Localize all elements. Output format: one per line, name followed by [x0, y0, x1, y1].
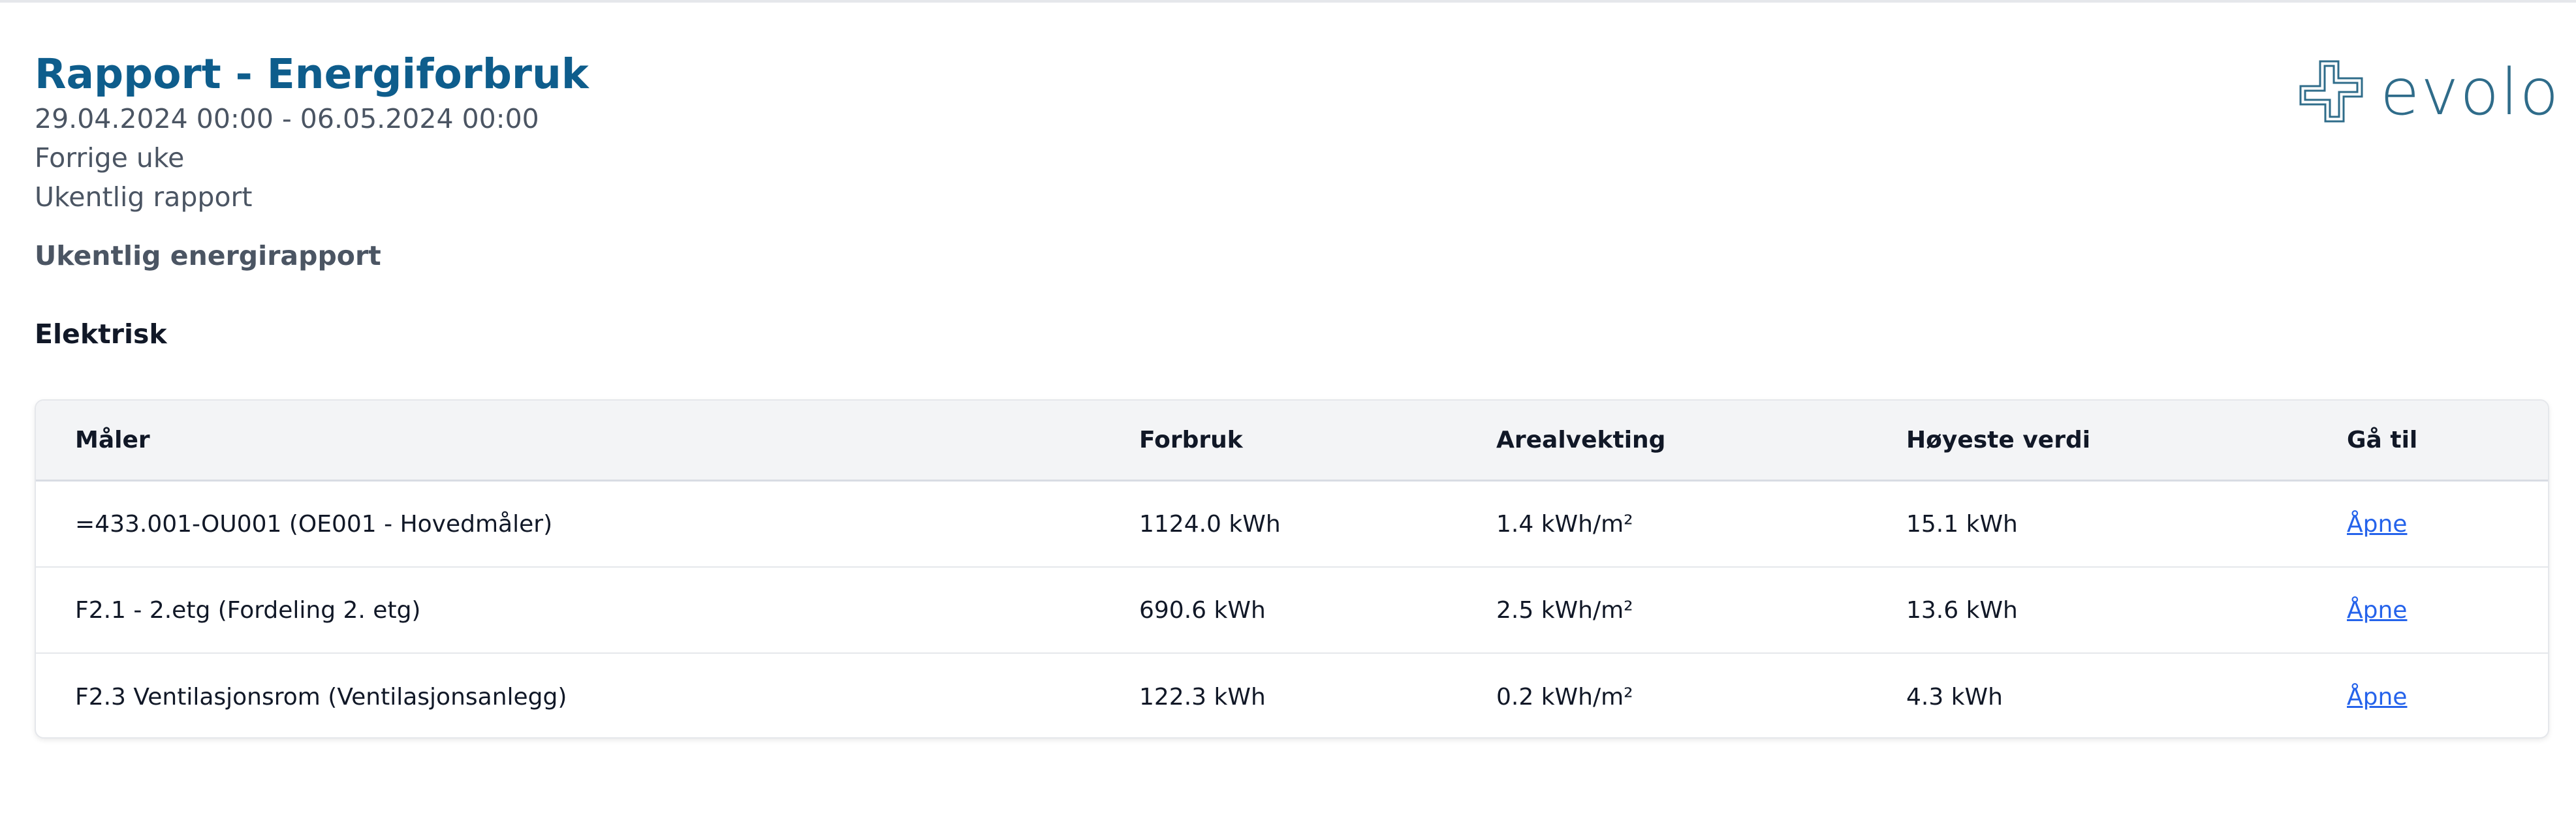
- meter-name: F2.3 Ventilasjonsrom (Ventilasjonsanlegg…: [75, 683, 567, 711]
- page-title: Rapport - Energiforbruk: [35, 50, 589, 98]
- area-weighting-value: 2.5 kWh/m²: [1496, 596, 1633, 624]
- open-link[interactable]: Åpne: [2347, 597, 2407, 624]
- column-header-area-weighting: Arealvekting: [1496, 427, 1666, 453]
- open-link[interactable]: Åpne: [2347, 511, 2407, 538]
- area-weighting-value: 0.2 kWh/m²: [1496, 683, 1633, 711]
- meter-name: F2.1 - 2.etg (Fordeling 2. etg): [75, 596, 421, 624]
- section-title: Elektrisk: [35, 318, 167, 350]
- table-row: F2.3 Ventilasjonsrom (Ventilasjonsanlegg…: [36, 654, 2548, 737]
- column-header-peak: Høyeste verdi: [1906, 427, 2091, 453]
- date-range: 29.04.2024 00:00 - 06.05.2024 00:00: [35, 103, 539, 134]
- report-subheading: Ukentlig energirapport: [35, 240, 381, 271]
- column-header-meter: Måler: [75, 427, 150, 453]
- report-page: Rapport - Energiforbruk 29.04.2024 00:00…: [0, 0, 2576, 826]
- table-header-row: Måler Forbruk Arealvekting Høyeste verdi…: [36, 401, 2548, 482]
- meter-name: =433.001-OU001 (OE001 - Hovedmåler): [75, 510, 553, 538]
- open-link[interactable]: Åpne: [2347, 684, 2407, 711]
- cross-logo-icon: [2299, 60, 2363, 123]
- peak-value: 4.3 kWh: [1906, 683, 2003, 711]
- period-label: Forrige uke: [35, 142, 185, 174]
- area-weighting-value: 1.4 kWh/m²: [1496, 510, 1633, 538]
- report-kind: Ukentlig rapport: [35, 181, 253, 213]
- consumption-value: 122.3 kWh: [1139, 683, 1266, 711]
- column-header-goto: Gå til: [2347, 427, 2418, 453]
- peak-value: 15.1 kWh: [1906, 510, 2018, 538]
- logo-wordmark: evolo: [2380, 55, 2560, 130]
- peak-value: 13.6 kWh: [1906, 596, 2018, 624]
- consumption-value: 1124.0 kWh: [1139, 510, 1281, 538]
- consumption-value: 690.6 kWh: [1139, 596, 1266, 624]
- column-header-consumption: Forbruk: [1139, 427, 1243, 453]
- energy-table: Måler Forbruk Arealvekting Høyeste verdi…: [35, 399, 2549, 739]
- evolo-logo: evolo: [2298, 55, 2558, 130]
- table-row: F2.1 - 2.etg (Fordeling 2. etg) 690.6 kW…: [36, 568, 2548, 654]
- table-row: =433.001-OU001 (OE001 - Hovedmåler) 1124…: [36, 482, 2548, 568]
